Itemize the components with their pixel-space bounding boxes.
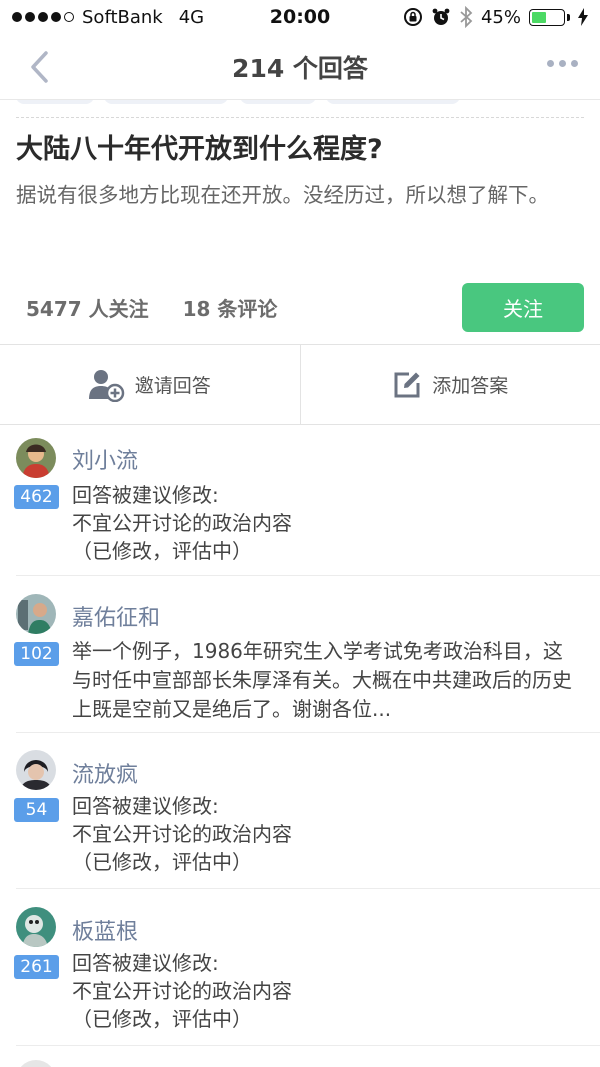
question-actions: 邀请回答 添加答案: [0, 344, 600, 425]
answer-excerpt: 回答被建议修改: 不宜公开讨论的政治内容 （已修改，评估中）: [72, 949, 572, 1033]
topics-divider: [16, 117, 584, 118]
avatar[interactable]: [16, 438, 56, 478]
page-title: 214 个回答: [232, 53, 368, 83]
more-dots-icon: [547, 60, 554, 67]
topic-tag[interactable]: [240, 100, 316, 104]
add-user-icon: [88, 369, 124, 402]
avatar[interactable]: [16, 594, 56, 634]
charging-bolt-icon: [578, 8, 588, 26]
excerpt-line: 回答被建议修改:: [72, 483, 219, 507]
battery-icon: [529, 8, 570, 26]
excerpt-line: 不宜公开讨论的政治内容: [72, 511, 292, 535]
answer-excerpt: 回答被建议修改: 不宜公开讨论的政治内容 （已修改，评估中）: [72, 481, 572, 565]
signal-strength-icon: [12, 12, 74, 22]
avatar[interactable]: [16, 1060, 56, 1067]
topic-tags: [16, 100, 586, 118]
follow-button[interactable]: 关注: [462, 283, 584, 332]
edit-icon: [394, 372, 420, 397]
add-answer-label: 添加答案: [432, 375, 509, 397]
topic-tag[interactable]: [16, 100, 94, 104]
answer-item[interactable]: 嘉佑征和 102 举一个例子，1986年研究生入学考试免考政治科目，这与时任中宣…: [0, 576, 600, 733]
carrier-name: SoftBank: [82, 6, 163, 28]
question-description[interactable]: 据说有很多地方比现在还开放。没经历过，所以想了解下。: [16, 178, 584, 212]
excerpt-line: （已修改，评估中）: [72, 539, 252, 563]
vote-count-badge: 462: [14, 485, 59, 509]
excerpt-line: 不宜公开讨论的政治内容: [72, 979, 292, 1003]
excerpt-line: 回答被建议修改:: [72, 951, 219, 975]
answer-item[interactable]: 刘小流 462 回答被建议修改: 不宜公开讨论的政治内容 （已修改，评估中）: [0, 425, 600, 576]
more-button[interactable]: [547, 60, 578, 67]
chevron-left-icon: [31, 51, 48, 83]
question-title: 大陆八十年代开放到什么程度?: [16, 134, 383, 165]
rotation-lock-icon: [403, 8, 422, 26]
answer-item[interactable]: 板蓝根 261 回答被建议修改: 不宜公开讨论的政治内容 （已修改，评估中）: [0, 889, 600, 1046]
answer-excerpt: 回答被建议修改: 不宜公开讨论的政治内容 （已修改，评估中）: [72, 792, 572, 876]
vote-count-badge: 261: [14, 955, 59, 979]
answer-item[interactable]: 流放疯 54 回答被建议修改: 不宜公开讨论的政治内容 （已修改，评估中）: [0, 733, 600, 889]
battery-percent: 45%: [480, 6, 521, 28]
comments-count[interactable]: 18 条评论: [183, 293, 278, 322]
topic-tag[interactable]: [104, 100, 228, 104]
excerpt-line: 不宜公开讨论的政治内容: [72, 822, 292, 846]
alarm-icon: [432, 8, 450, 25]
excerpt-line: 回答被建议修改:: [72, 794, 219, 818]
excerpt-line: （已修改，评估中）: [72, 1007, 252, 1031]
followers-count[interactable]: 5477 人关注: [26, 293, 149, 322]
author-name[interactable]: 板蓝根: [72, 914, 138, 946]
add-answer-button[interactable]: 添加答案: [299, 345, 600, 424]
excerpt-line: （已修改，评估中）: [72, 850, 252, 874]
back-button[interactable]: [22, 48, 56, 86]
vote-count-badge: 102: [14, 642, 59, 666]
author-name[interactable]: 嘉佑征和: [72, 600, 160, 632]
nav-bar: 214 个回答: [0, 34, 600, 100]
network-type: 4G: [178, 6, 205, 28]
bluetooth-icon: [460, 6, 473, 28]
invite-answer-label: 邀请回答: [134, 375, 211, 397]
author-name[interactable]: 刘小流: [72, 443, 138, 475]
avatar[interactable]: [16, 907, 56, 947]
invite-answer-button[interactable]: 邀请回答: [0, 345, 300, 424]
status-bar: SoftBank 4G 20:00 45%: [0, 0, 600, 34]
answer-excerpt: 举一个例子，1986年研究生入学考试免考政治科目，这与时任中宣部部长朱厚泽有关。…: [72, 639, 572, 721]
topic-tag[interactable]: [326, 100, 460, 104]
vote-count-badge: 54: [14, 798, 59, 822]
avatar[interactable]: [16, 750, 56, 790]
author-name[interactable]: 流放疯: [72, 757, 138, 789]
